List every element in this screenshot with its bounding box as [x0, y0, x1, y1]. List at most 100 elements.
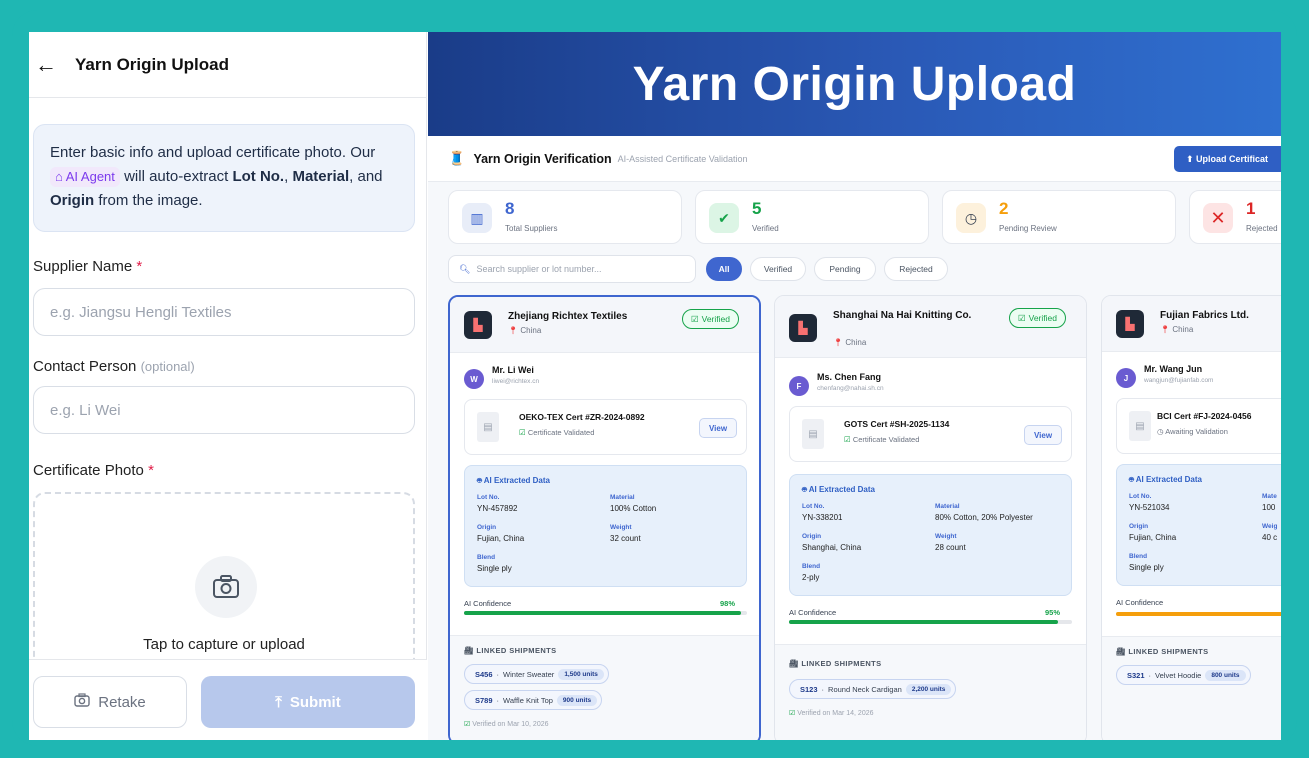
shipment-chip[interactable]: S789 · Waffle Knit Top 900 units	[464, 690, 603, 710]
x-icon: ✕	[1203, 203, 1233, 233]
shipment-desc: Velvet Hoodie	[1155, 670, 1202, 680]
location-text: China	[520, 326, 542, 335]
contact-name: Ms. Chen Fang	[817, 372, 882, 382]
back-arrow-icon[interactable]: ←	[35, 52, 69, 78]
shipment-id: S456	[475, 669, 493, 679]
shipment-chip[interactable]: S456 · Winter Sweater 1,500 units	[464, 664, 609, 684]
lot-value: YN-521034	[1129, 503, 1170, 512]
ai-title: 🤖︎ AI Extracted Data	[802, 485, 875, 494]
lot-value: YN-457892	[477, 504, 518, 513]
lot-key: Lot No.	[802, 503, 825, 510]
supplier-card[interactable]: ▙ Fujian Fabrics Ltd. 📍︎ China J Mr. Wan…	[1101, 295, 1281, 740]
weight-key: Weight	[935, 533, 957, 540]
card-header: ▙ Fujian Fabrics Ltd. 📍︎ China	[1102, 296, 1281, 352]
material-value: 100	[1262, 503, 1276, 512]
ai-title: 🤖︎ AI Extracted Data	[477, 476, 550, 485]
mobile-title: Yarn Origin Upload	[75, 54, 229, 74]
filter-pending[interactable]: Pending	[814, 257, 876, 281]
confidence-bar	[1116, 612, 1281, 616]
factory-logo-icon: ▙	[789, 314, 817, 342]
ai-agent-chip: ⌂ AI Agent	[50, 167, 120, 187]
contact-placeholder: e.g. Li Wei	[50, 401, 121, 419]
info-text: from the image.	[98, 192, 203, 209]
contact-name: Mr. Li Wei	[492, 365, 534, 375]
avatar: W	[464, 369, 484, 389]
certificate-status: ☑ Certificate Validated	[519, 428, 594, 437]
info-lot: Lot No.	[232, 168, 285, 185]
weight-value: 28 count	[935, 543, 966, 552]
document-icon: ▤	[802, 419, 824, 449]
retake-label: Retake	[98, 693, 146, 711]
info-material: Material	[292, 168, 350, 185]
card-header: ▙ Shanghai Na Hai Knitting Co. 📍︎ China …	[775, 296, 1086, 358]
shipment-chip[interactable]: S321 · Velvet Hoodie 800 units	[1116, 665, 1251, 685]
confidence-label: AI Confidence	[464, 599, 512, 608]
lot-key: Lot No.	[477, 494, 500, 501]
supplier-name-input[interactable]: e.g. Jiangsu Hengli Textiles	[33, 288, 415, 336]
shipment-units: 900 units	[556, 694, 598, 706]
verified-date-text: Verified on Mar 14, 2026	[797, 710, 874, 717]
linked-shipments: 🏭︎ LINKED SHIPMENTS S123 · Round Neck Ca…	[775, 644, 1086, 740]
stat-label: Total Suppliers	[505, 224, 558, 233]
origin-value: Fujian, China	[477, 534, 525, 543]
filter-verified[interactable]: Verified	[750, 257, 806, 281]
supplier-card[interactable]: ▙ Zhejiang Richtex Textiles 📍︎ China ☑ V…	[448, 295, 761, 740]
certificate-name: BCI Cert #FJ-2024-0456	[1157, 411, 1252, 421]
required-mark: *	[136, 258, 143, 275]
confidence-bar-fill	[789, 620, 1058, 624]
cert-status-text: Awaiting Validation	[1165, 427, 1228, 436]
document-icon: ▤	[1129, 411, 1151, 441]
submit-button[interactable]: ⤒ Submit	[201, 676, 415, 728]
contact-name: Mr. Wang Jun	[1144, 364, 1203, 374]
pin-icon: 📍︎	[833, 338, 844, 347]
shipment-chip[interactable]: S123 · Round Neck Cardigan 2,200 units	[789, 679, 957, 699]
stat-pending-review: ◷ 2 Pending Review	[942, 190, 1176, 244]
shipments-title-text: LINKED SHIPMENTS	[1128, 647, 1209, 656]
verified-date-text: Verified on Mar 10, 2026	[472, 721, 549, 728]
stat-label: Rejected	[1246, 224, 1278, 233]
ai-title-text: AI Extracted Data	[483, 476, 550, 485]
ai-extracted-data: 🤖︎ AI Extracted Data Lot No. YN-457892 M…	[464, 465, 747, 587]
pin-icon: 📍︎	[1160, 325, 1171, 334]
linked-shipments: 🏭︎ LINKED SHIPMENTS S456 · Winter Sweate…	[450, 635, 759, 740]
confidence-label: AI Confidence	[1116, 598, 1164, 607]
cert-status-text: Certificate Validated	[852, 435, 920, 444]
shipment-id: S321	[1127, 670, 1145, 680]
upload-icon: ⤒	[275, 693, 282, 711]
supplier-name: Shanghai Na Hai Knitting Co.	[833, 310, 972, 321]
search-input[interactable]: 🔍︎ Search supplier or lot number...	[448, 255, 696, 283]
upload-certificate-button[interactable]: ⬆ Upload Certificat	[1174, 146, 1281, 172]
confidence-value: 95%	[1045, 608, 1061, 617]
info-and: , and	[349, 168, 383, 185]
ai-title-text: AI Extracted Data	[808, 485, 875, 494]
check-small-icon: ☑	[464, 721, 471, 728]
photo-upload-area[interactable]: Tap to capture or upload	[33, 492, 415, 682]
upload-button-label: Upload Certificat	[1196, 154, 1269, 164]
material-key: Mate	[1262, 493, 1277, 500]
supplier-card[interactable]: ▙ Shanghai Na Hai Knitting Co. 📍︎ China …	[774, 295, 1087, 740]
supplier-location: 📍︎ China	[833, 338, 866, 347]
material-value: 100% Cotton	[610, 504, 657, 513]
shipment-desc: Winter Sweater	[503, 669, 555, 679]
lot-value: YN-338201	[802, 513, 843, 522]
ai-extracted-data: 🤖︎ AI Extracted Data Lot No. YN-338201 M…	[789, 474, 1072, 596]
filter-rejected[interactable]: Rejected	[884, 257, 948, 281]
filter-all[interactable]: All	[706, 257, 742, 281]
check-icon: ✔	[709, 203, 739, 233]
info-box: Enter basic info and upload certificate …	[33, 124, 415, 232]
info-text: Enter basic info and upload certificate …	[50, 144, 376, 161]
check-small-icon: ☑	[789, 710, 796, 717]
contact-email: chenfang@nahai.sh.cn	[817, 385, 884, 392]
photo-label-text: Certificate Photo	[33, 462, 144, 479]
retake-button[interactable]: Retake	[33, 676, 187, 728]
shipments-title-text: LINKED SHIPMENTS	[476, 646, 557, 655]
contact-email: liwei@richtex.cn	[492, 378, 540, 385]
contact-person-input[interactable]: e.g. Li Wei	[33, 386, 415, 434]
supplier-label-text: Supplier Name	[33, 258, 133, 275]
badge-label: Verified	[701, 314, 730, 324]
origin-value: Fujian, China	[1129, 533, 1177, 542]
supplier-location: 📍︎ China	[508, 326, 541, 335]
view-button[interactable]: View	[699, 418, 737, 438]
blend-key: Blend	[802, 563, 821, 570]
view-button[interactable]: View	[1024, 425, 1062, 445]
